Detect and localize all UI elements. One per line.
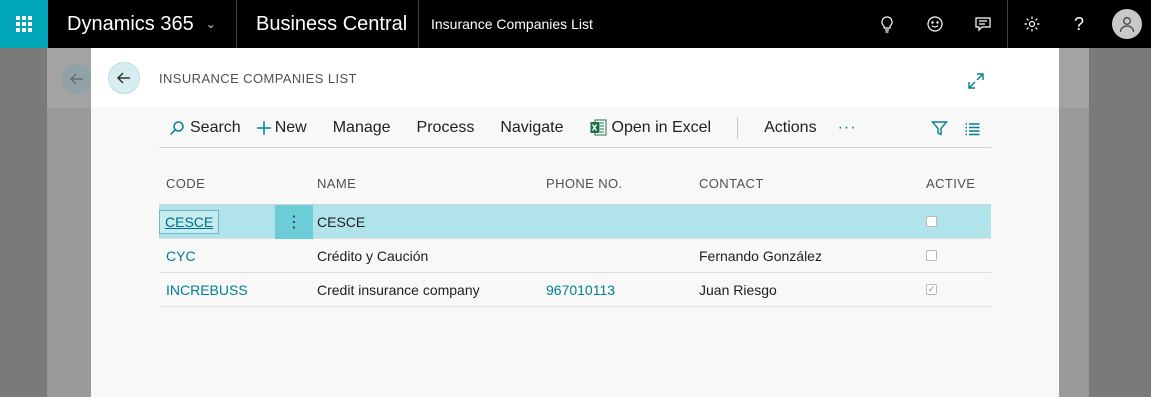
search-label: Search <box>190 118 241 136</box>
table-row[interactable]: CESCE ⋮ CESCE <box>159 204 991 239</box>
message-icon <box>975 17 991 32</box>
settings-button[interactable] <box>1007 0 1055 48</box>
more-options-icon[interactable]: ··· <box>830 119 865 137</box>
help-button[interactable]: ? <box>1055 0 1103 48</box>
contact-cell: Fernando González <box>699 247 822 264</box>
open-in-excel-label: Open in Excel <box>611 118 712 136</box>
new-button[interactable]: New <box>254 108 320 148</box>
table-row[interactable]: INCREBUSS Credit insurance company 96701… <box>159 273 991 307</box>
code-link[interactable]: CYC <box>159 248 275 264</box>
companies-table: CODE NAME PHONE NO. CONTACT ACTIVE CESCE… <box>159 163 991 307</box>
back-arrow-icon <box>116 72 130 84</box>
expand-icon[interactable] <box>967 72 985 90</box>
search-icon <box>169 120 184 135</box>
actions-menu[interactable]: Actions <box>751 108 829 148</box>
lightbulb-button[interactable] <box>863 0 911 48</box>
user-icon <box>1119 17 1135 33</box>
column-header-code[interactable]: CODE <box>159 176 275 191</box>
user-account-button[interactable] <box>1103 0 1151 48</box>
name-cell: Credit insurance company <box>317 281 480 298</box>
action-bar-right <box>931 108 981 148</box>
notifications-button[interactable] <box>959 0 1007 48</box>
smiley-icon <box>927 16 943 32</box>
ellipsis-vertical-icon: ⋮ <box>286 213 302 231</box>
chevron-down-icon: ⌄ <box>205 17 216 31</box>
checkmark-icon: ✓ <box>927 284 936 294</box>
active-checkbox[interactable]: ✓ <box>926 284 937 295</box>
gear-icon <box>1024 16 1039 32</box>
brand-title: Dynamics 365 <box>67 12 194 35</box>
plus-icon <box>256 120 271 135</box>
page-title: INSURANCE COMPANIES LIST <box>159 71 357 86</box>
phone-cell[interactable]: 967010113 <box>542 282 695 298</box>
name-cell: Crédito y Caución <box>317 247 429 264</box>
column-header-name[interactable]: NAME <box>313 176 542 191</box>
avatar <box>1112 9 1142 39</box>
manage-menu[interactable]: Manage <box>320 108 404 148</box>
column-header-phone[interactable]: PHONE NO. <box>542 176 695 191</box>
top-icons: ? <box>863 0 1151 48</box>
app-launcher-button[interactable] <box>0 0 48 48</box>
lightbulb-icon <box>881 16 893 33</box>
help-icon: ? <box>1073 13 1084 34</box>
back-button[interactable] <box>108 62 140 94</box>
code-link[interactable]: INCREBUSS <box>159 282 275 298</box>
background-back-arrow-icon <box>62 64 92 94</box>
row-actions-button[interactable]: ⋮ <box>275 204 313 239</box>
code-link[interactable]: CESCE <box>159 209 220 234</box>
product-name[interactable]: Business Central <box>237 0 419 48</box>
navigate-menu[interactable]: Navigate <box>487 108 576 148</box>
column-header-active[interactable]: ACTIVE <box>924 176 991 191</box>
process-menu[interactable]: Process <box>404 108 488 148</box>
waffle-icon <box>16 16 32 32</box>
contact-cell: Juan Riesgo <box>699 281 777 298</box>
filter-icon[interactable] <box>931 120 948 137</box>
insurance-companies-page: INSURANCE COMPANIES LIST Search New Mana… <box>91 48 1059 397</box>
list-view-icon[interactable] <box>964 120 981 137</box>
table-header: CODE NAME PHONE NO. CONTACT ACTIVE <box>159 163 991 205</box>
excel-icon <box>590 119 606 136</box>
action-bar: Search New Manage Process Navigate Open … <box>159 108 991 148</box>
top-bar: Dynamics 365 ⌄ Business Central Insuranc… <box>0 0 1151 48</box>
action-separator <box>737 116 739 139</box>
table-row[interactable]: CYC Crédito y Caución Fernando González <box>159 239 991 273</box>
open-in-excel-button[interactable]: Open in Excel <box>577 108 725 148</box>
breadcrumb: Insurance Companies List <box>431 16 593 32</box>
page-header: INSURANCE COMPANIES LIST <box>91 48 1059 107</box>
column-header-contact[interactable]: CONTACT <box>695 176 924 191</box>
search-button[interactable]: Search <box>159 108 254 148</box>
active-checkbox[interactable] <box>926 216 937 227</box>
feedback-button[interactable] <box>911 0 959 48</box>
new-label: New <box>274 118 307 136</box>
brand-menu[interactable]: Dynamics 365 ⌄ <box>48 0 237 48</box>
name-cell: CESCE <box>317 213 366 230</box>
active-checkbox[interactable] <box>926 250 937 261</box>
